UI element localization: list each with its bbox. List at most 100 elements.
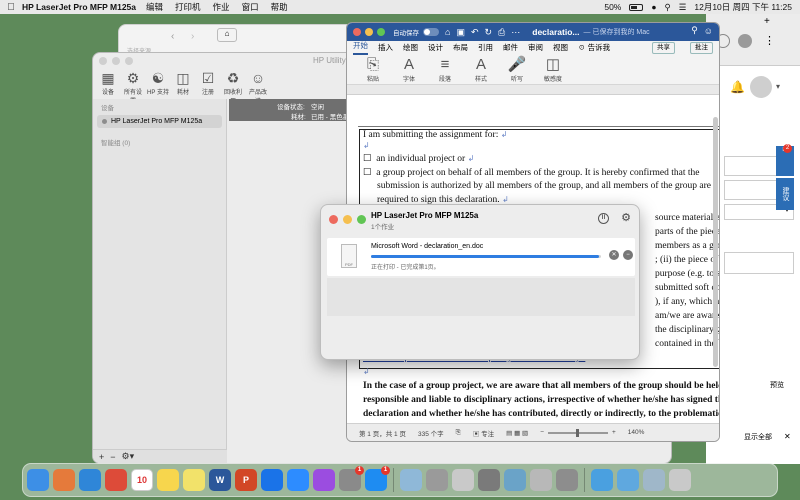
dock-stickies-icon[interactable] <box>183 469 205 491</box>
vertical-scrollbar[interactable] <box>713 117 718 367</box>
close-icon[interactable]: ✕ <box>784 432 791 441</box>
styles-group[interactable]: A 样式 <box>467 55 495 84</box>
zoom-slider[interactable]: − + <box>540 428 616 437</box>
suggestion-tab[interactable]: 建议 <box>776 178 794 210</box>
queue-zoom-button[interactable] <box>357 215 366 224</box>
dock-chrome-icon[interactable] <box>105 469 127 491</box>
word-minimize-button[interactable] <box>365 28 373 36</box>
dock-zoom-icon[interactable] <box>287 469 309 491</box>
tab-insert[interactable]: 插入 <box>378 42 393 55</box>
tab-references[interactable]: 引用 <box>478 42 493 55</box>
field-box-3[interactable] <box>724 252 794 274</box>
pause-icon[interactable]: II <box>598 213 609 224</box>
tool-hp-support[interactable]: ☯ HP 支持 <box>147 69 169 99</box>
hold-job-icon[interactable]: − <box>623 250 633 260</box>
autosave-toggle[interactable] <box>423 28 439 36</box>
dock-folder-icon[interactable] <box>617 469 639 491</box>
profile-icon[interactable] <box>738 34 752 48</box>
settings-gear-icon[interactable]: ⚙ <box>621 211 631 224</box>
page-count[interactable]: 第 1 页，共 1 页 <box>359 428 406 438</box>
tab-home[interactable]: 开始 <box>353 40 368 55</box>
search-icon[interactable]: ⚲ <box>691 25 698 36</box>
tab-mailings[interactable]: 邮件 <box>503 42 518 55</box>
chevron-down-icon[interactable]: ▾ <box>776 82 780 91</box>
dock-printer-2-icon[interactable] <box>478 469 500 491</box>
cancel-job-icon[interactable]: ✕ <box>609 250 619 260</box>
share-button[interactable]: 共享 <box>652 42 675 54</box>
avatar[interactable] <box>750 76 772 98</box>
word-zoom-button[interactable] <box>377 28 385 36</box>
menu-edit[interactable]: 编辑 <box>146 1 163 13</box>
undo-icon[interactable]: ↶ <box>471 27 479 38</box>
dock-disk-utility-icon[interactable] <box>504 469 526 491</box>
tool-supplies[interactable]: ◫ 耗材 <box>172 69 194 99</box>
dock-safari-icon[interactable] <box>79 469 101 491</box>
sidebar-item-printer[interactable]: HP LaserJet Pro MFP M125a <box>97 115 222 128</box>
user-icon[interactable]: ☺ <box>704 26 713 36</box>
show-all-link[interactable]: 显示全部 <box>744 432 772 442</box>
zoom-level[interactable]: 140% <box>628 429 645 436</box>
word-count[interactable]: 335 个字 <box>418 428 444 438</box>
action-gear-icon[interactable]: ⚙▾ <box>122 451 135 462</box>
back-arrow-icon[interactable]: ‹ <box>171 31 174 42</box>
queue-minimize-button[interactable] <box>343 215 352 224</box>
more-menu-icon[interactable]: ⋮ <box>764 34 775 47</box>
dock-printer-1-icon[interactable] <box>426 469 448 491</box>
focus-button[interactable]: ▣ 专注 <box>473 428 494 438</box>
font-group[interactable]: A 字体 <box>395 55 423 84</box>
remove-button[interactable]: − <box>110 452 115 462</box>
menu-window[interactable]: 窗口 <box>242 1 259 13</box>
tool-improve[interactable]: ☺产品改进 <box>247 69 269 105</box>
comment-button[interactable]: 批注 <box>690 42 713 54</box>
battery-icon[interactable] <box>629 3 644 11</box>
feedback-tab[interactable]: ► 2 <box>776 144 794 176</box>
control-center-icon[interactable]: ☰ <box>679 2 687 13</box>
dock-keychain-icon[interactable] <box>452 469 474 491</box>
add-button[interactable]: + <box>99 452 104 462</box>
tab-view[interactable]: 视图 <box>553 42 568 55</box>
proofing-icon[interactable]: ⎘ <box>456 429 461 437</box>
dock-onedrive-icon[interactable] <box>261 469 283 491</box>
zoom-button[interactable] <box>125 57 133 65</box>
dock-app-store-icon[interactable]: 1 <box>365 466 390 491</box>
forward-arrow-icon[interactable]: › <box>191 31 194 42</box>
sensitivity-button[interactable]: ◫ 敏感度 <box>539 55 567 84</box>
menu-job[interactable]: 作业 <box>213 1 230 13</box>
dock-printer-3-icon[interactable] <box>556 469 578 491</box>
clock[interactable]: 12月10日 周四 下午 11:25 <box>694 1 792 13</box>
paragraph-group[interactable]: ≡ 段落 <box>431 55 459 84</box>
dock-window-icon[interactable] <box>643 469 665 491</box>
paste-button[interactable]: ⎘ 粘贴 <box>359 55 387 84</box>
print-icon[interactable]: ⎙ <box>498 27 505 38</box>
new-tab-icon[interactable]: + <box>764 16 770 27</box>
tab-review[interactable]: 审阅 <box>528 42 543 55</box>
tool-all-settings[interactable]: ⚙所有设置 <box>122 69 144 105</box>
redo-icon[interactable]: ↻ <box>485 27 493 38</box>
menu-app-name[interactable]: HP LaserJet Pro MFP M125a <box>22 2 136 12</box>
checkbox-icon[interactable]: ☐ <box>363 154 372 164</box>
save-icon[interactable]: ▣ <box>456 27 465 38</box>
view-icons[interactable]: ▤ ▦ ▧ <box>506 429 528 437</box>
dock-downloads-icon[interactable] <box>591 469 613 491</box>
dock-launchpad-icon[interactable] <box>53 469 75 491</box>
wifi-icon[interactable]: ● <box>651 2 656 12</box>
print-job-row[interactable]: PDF Microsoft Word - declaration_en.doc … <box>327 238 635 276</box>
tool-register[interactable]: ☑ 注册 <box>197 69 219 99</box>
tool-devices[interactable]: ▦ 设备 <box>97 69 119 99</box>
home-icon[interactable]: ⌂ <box>217 28 237 42</box>
dock-powerpoint-icon[interactable]: P <box>235 469 257 491</box>
apple-icon[interactable]:  <box>0 2 22 13</box>
close-button[interactable] <box>99 57 107 65</box>
more-icon[interactable]: ⋯ <box>511 27 520 38</box>
queue-close-button[interactable] <box>329 215 338 224</box>
menu-help[interactable]: 帮助 <box>271 1 288 13</box>
bell-icon[interactable]: 🔔 <box>730 80 745 94</box>
dock-word-icon[interactable]: W <box>209 469 231 491</box>
dock-trash-icon[interactable] <box>669 469 691 491</box>
tab-design[interactable]: 设计 <box>428 42 443 55</box>
search-icon[interactable]: ⚲ <box>665 2 671 13</box>
word-close-button[interactable] <box>353 28 361 36</box>
dock-podcasts-icon[interactable] <box>313 469 335 491</box>
tell-me-search[interactable]: ☉ 告诉我 <box>578 42 610 55</box>
tool-recycle[interactable]: ♻回收利用 <box>222 69 244 105</box>
